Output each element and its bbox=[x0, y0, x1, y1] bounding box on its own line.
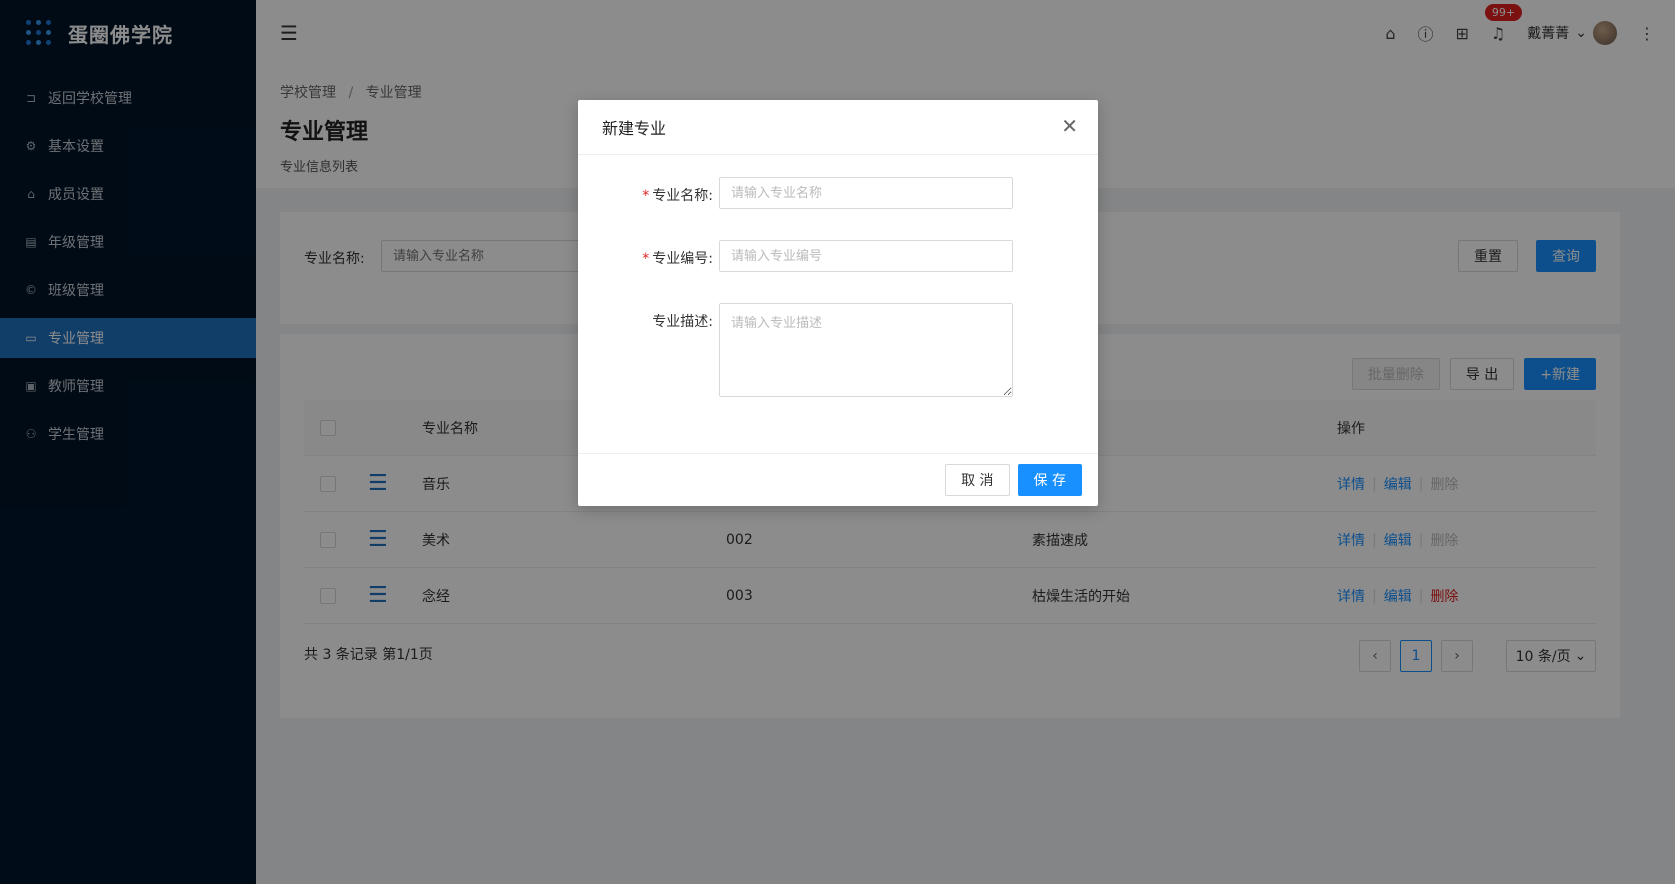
form-label-desc: 专业描述: bbox=[578, 303, 719, 397]
major-code-input[interactable] bbox=[719, 240, 1013, 272]
form-label-text: 专业名称: bbox=[652, 188, 713, 204]
major-desc-textarea[interactable] bbox=[719, 303, 1013, 397]
form-row-name: * 专业名称: bbox=[578, 177, 1013, 209]
form-row-desc: 专业描述: bbox=[578, 303, 1013, 397]
modal-header: 新建专业 ✕ bbox=[578, 100, 1098, 155]
modal-title: 新建专业 bbox=[602, 119, 667, 138]
new-major-modal: 新建专业 ✕ *专业名称: *专业编号: 专业描述: 取 消 保 存 bbox=[578, 100, 1098, 506]
form-label-text: 专业编号: bbox=[652, 251, 713, 267]
form-label-name: * 专业名称: bbox=[578, 177, 719, 209]
form-label-text: 专业描述: bbox=[652, 314, 713, 330]
close-icon[interactable]: ✕ bbox=[1061, 116, 1078, 136]
major-name-input[interactable] bbox=[719, 177, 1013, 209]
form-row-code: * 专业编号: bbox=[578, 240, 1013, 272]
form-label-code: * 专业编号: bbox=[578, 240, 719, 272]
required-marker: * bbox=[642, 188, 650, 204]
modal-footer: 取 消 保 存 bbox=[578, 453, 1098, 506]
required-marker: * bbox=[642, 251, 650, 267]
save-button[interactable]: 保 存 bbox=[1017, 464, 1082, 496]
cancel-button[interactable]: 取 消 bbox=[945, 464, 1010, 496]
